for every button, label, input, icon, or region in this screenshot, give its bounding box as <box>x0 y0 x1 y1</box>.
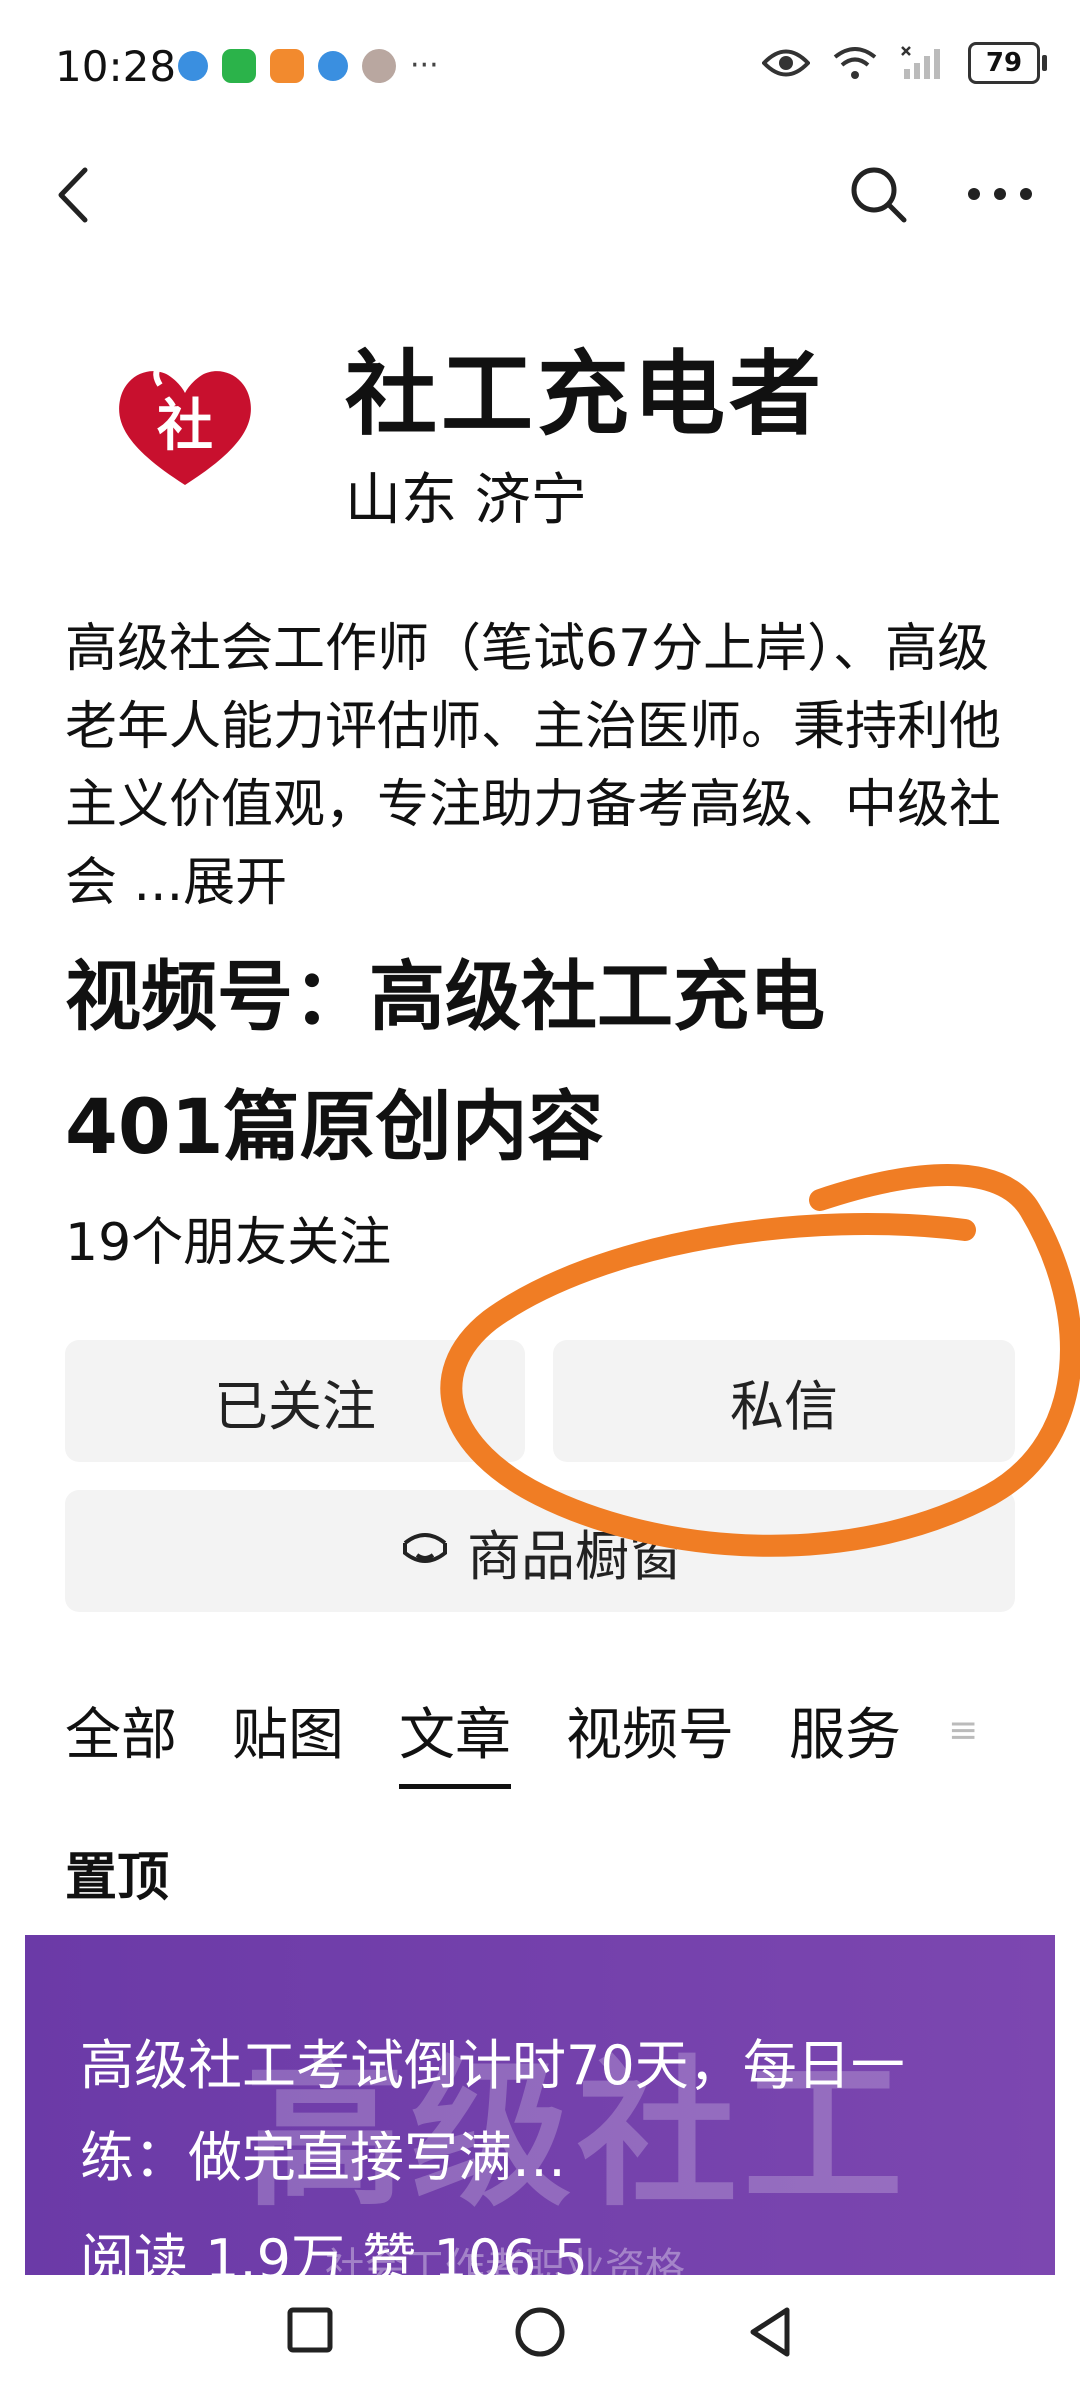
tab-images[interactable]: 贴图 <box>232 1690 344 1789</box>
article-title: 高级社工考试倒计时70天，每日一练：做完直接写满… <box>80 2034 905 2189</box>
app-notification-icon <box>178 50 208 81</box>
wifi-icon <box>833 47 877 79</box>
status-bar: 10:28 ··· 79 <box>0 0 1080 130</box>
account-name: 社工充电者 <box>345 341 826 448</box>
tab-services[interactable]: 服务 <box>789 1690 901 1789</box>
shop-window-label: 商品橱窗 <box>467 1524 683 1588</box>
more-options-icon[interactable] <box>960 162 1040 226</box>
message-button-label: 私信 <box>730 1374 838 1438</box>
account-bio[interactable]: 高级社会工作师（笔试67分上岸）、高级老年人能力评估师、主治医师。秉持利他主义价… <box>65 610 1005 922</box>
pinned-article-card[interactable]: 高级社工 社会工作者职业资格 高级社工考试倒计时70天，每日一练：做完直接写满…… <box>25 1935 1055 2275</box>
shop-icon <box>403 1533 447 1563</box>
shop-window-button[interactable]: 商品橱窗 <box>65 1490 1015 1612</box>
article-stats: 阅读 1.9万 赞 106 5 <box>80 2228 588 2275</box>
status-right: 79 <box>762 42 1047 84</box>
content-tabs: 全部 贴图 文章 视频号 服务 <box>65 1690 901 1789</box>
battery-icon: 79 <box>968 42 1047 84</box>
search-icon[interactable] <box>846 162 910 226</box>
status-time: 10:28 <box>55 42 177 91</box>
account-logo: 社 <box>119 362 251 485</box>
message-button[interactable]: 私信 <box>553 1340 1015 1462</box>
tab-video-channel[interactable]: 视频号 <box>566 1690 734 1789</box>
followed-button[interactable]: 已关注 <box>65 1340 525 1462</box>
friends-following[interactable]: 19个朋友关注 <box>65 1200 391 1275</box>
notification-icons: ··· <box>178 48 439 83</box>
tab-articles[interactable]: 文章 <box>399 1690 511 1789</box>
video-channel-label: 视频号：高级社工充电 <box>65 952 825 1041</box>
home-icon[interactable] <box>513 2305 567 2359</box>
back-arrow-icon[interactable] <box>45 160 105 230</box>
back-nav-icon[interactable] <box>745 2305 795 2359</box>
more-notifications-icon: ··· <box>410 48 439 83</box>
signal-icon <box>901 46 940 79</box>
followed-button-label: 已关注 <box>214 1374 376 1438</box>
tab-all[interactable]: 全部 <box>65 1690 177 1789</box>
top-nav <box>0 140 1080 250</box>
app-orange-icon <box>270 48 304 83</box>
svg-text:社: 社 <box>157 394 213 459</box>
account-location: 山东 济宁 <box>345 468 587 533</box>
original-article-count: 401篇原创内容 <box>65 1082 604 1171</box>
system-nav-bar <box>0 2275 1080 2388</box>
avatar-notification-icon <box>362 48 396 83</box>
tab-menu-icon[interactable]: ≡ <box>948 1710 978 1751</box>
app-notification-icon <box>318 50 348 81</box>
recent-apps-icon[interactable] <box>285 2305 335 2355</box>
wechat-icon <box>222 48 256 83</box>
pinned-label: 置顶 <box>65 1848 170 1908</box>
eye-icon <box>762 49 810 77</box>
